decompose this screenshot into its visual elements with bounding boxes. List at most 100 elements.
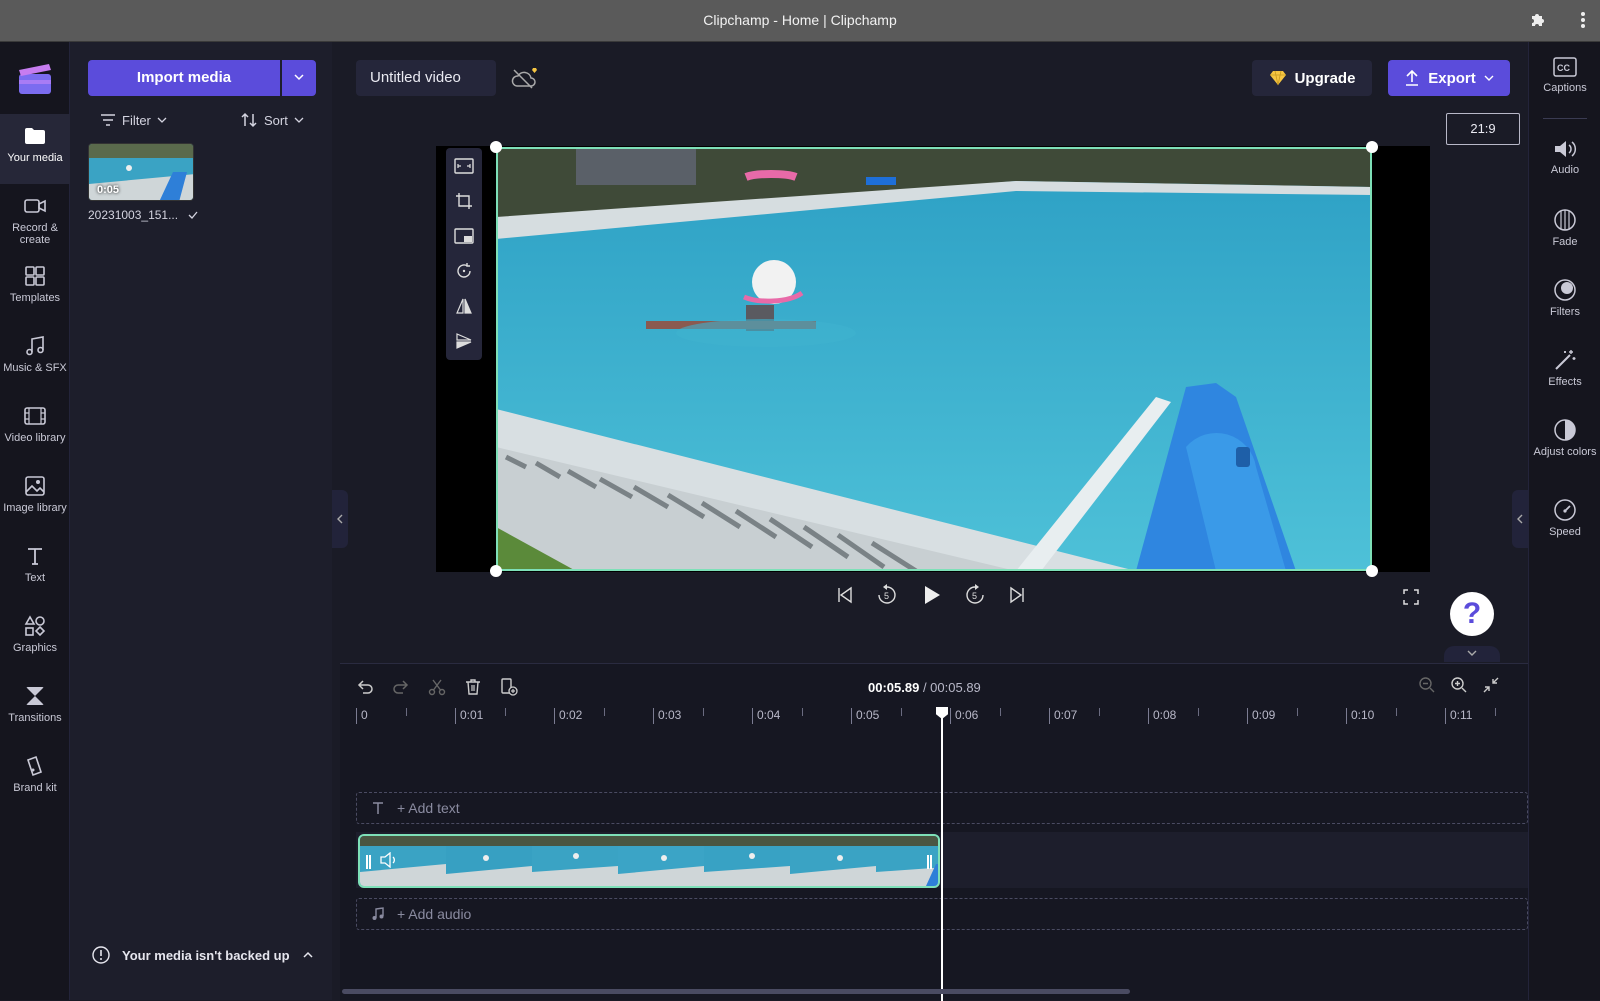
import-media-button[interactable]: Import media xyxy=(88,60,280,96)
ruler-tick: 0:03 xyxy=(653,708,681,724)
sort-button[interactable]: Sort xyxy=(240,108,304,132)
import-media-dropdown[interactable] xyxy=(282,60,316,96)
shapes-icon xyxy=(24,615,46,637)
alert-circle-icon xyxy=(92,946,110,964)
timeline-tools xyxy=(356,678,518,696)
filters-icon xyxy=(1554,279,1576,301)
nav-music-sfx[interactable]: Music & SFX xyxy=(0,324,70,394)
timeline-scrollbar[interactable] xyxy=(342,989,1130,994)
media-duration: 0:05 xyxy=(97,184,120,196)
collapse-property-panel-button[interactable] xyxy=(1512,490,1528,548)
panel-captions[interactable]: CC Captions xyxy=(1529,42,1600,112)
more-vertical-icon[interactable] xyxy=(1580,11,1586,29)
nav-graphics[interactable]: Graphics xyxy=(0,604,70,674)
fit-timeline-icon[interactable] xyxy=(1482,676,1500,694)
collapse-media-panel-button[interactable] xyxy=(332,490,348,548)
collapse-help-button[interactable] xyxy=(1444,646,1500,662)
forward-5-icon[interactable]: 5 xyxy=(964,584,986,606)
ruler-minor-tick xyxy=(505,708,506,716)
flip-horizontal-icon xyxy=(456,298,472,314)
nav-label: Video library xyxy=(4,432,66,444)
panel-label: Effects xyxy=(1548,376,1582,388)
nav-record-create[interactable]: Record & create xyxy=(0,184,70,254)
chevron-down-icon xyxy=(294,74,304,81)
panel-label: Captions xyxy=(1543,82,1587,94)
camera-icon xyxy=(24,199,46,213)
property-panel: CC Captions Audio Fade Filters Effects A… xyxy=(1528,42,1600,1000)
skip-to-end-icon[interactable] xyxy=(1008,586,1026,604)
music-icon xyxy=(26,336,44,356)
nav-text[interactable]: Text xyxy=(0,534,70,604)
crop-tool[interactable] xyxy=(446,183,482,218)
playhead[interactable] xyxy=(941,708,943,1001)
chevron-up-icon xyxy=(303,951,313,958)
zoom-out-icon[interactable] xyxy=(1418,676,1436,694)
fit-tool[interactable] xyxy=(446,148,482,183)
ruler-tick: 0:02 xyxy=(554,708,582,724)
ruler-tick: 0:09 xyxy=(1247,708,1275,724)
media-filename: 20231003_151... xyxy=(88,208,198,222)
rewind-5-icon[interactable]: 5 xyxy=(876,584,898,606)
nav-video-library[interactable]: Video library xyxy=(0,394,70,464)
nav-your-media[interactable]: Your media xyxy=(0,114,70,184)
filter-button[interactable]: Filter xyxy=(100,108,167,132)
panel-filters[interactable]: Filters xyxy=(1529,264,1600,334)
fit-frame-icon xyxy=(454,157,474,174)
clip-trim-handle-right[interactable] xyxy=(927,855,932,869)
pip-tool[interactable] xyxy=(446,218,482,253)
ruler-tick: 0:06 xyxy=(950,708,978,724)
resize-handle-bottom-left[interactable] xyxy=(490,565,502,577)
total-time: 00:05.89 xyxy=(930,680,981,695)
resize-handle-top-left[interactable] xyxy=(490,141,502,153)
panel-effects[interactable]: Effects xyxy=(1529,334,1600,404)
nav-label: Record & create xyxy=(12,222,58,246)
project-title-input[interactable]: Untitled video xyxy=(356,60,496,96)
svg-text:5: 5 xyxy=(884,591,889,601)
nav-brand-kit[interactable]: Brand kit xyxy=(0,744,70,814)
nav-image-library[interactable]: Image library xyxy=(0,464,70,534)
check-icon xyxy=(188,211,198,219)
help-button[interactable]: ? xyxy=(1450,592,1494,636)
adjust-colors-icon xyxy=(1554,419,1576,441)
upgrade-button[interactable]: Upgrade xyxy=(1252,60,1372,96)
fade-icon xyxy=(1554,209,1576,231)
backup-warning[interactable]: Your media isn't backed up xyxy=(92,946,314,964)
brand-kit-icon xyxy=(26,755,43,777)
fullscreen-icon[interactable] xyxy=(1402,588,1420,606)
current-time: 00:05.89 xyxy=(868,680,920,695)
timeline: 00:05.89 / 00:05.89 0 0:01 0:02 0:03 0:0… xyxy=(340,663,1528,1001)
clip-trim-handle-left[interactable] xyxy=(366,855,371,869)
ruler-tick: 0:11 xyxy=(1445,708,1472,724)
panel-label: Audio xyxy=(1550,164,1580,176)
panel-audio[interactable]: Audio xyxy=(1529,124,1600,194)
nav-templates[interactable]: Templates xyxy=(0,254,70,324)
video-clip[interactable] xyxy=(358,834,940,888)
media-thumbnail[interactable]: 0:05 xyxy=(88,143,194,201)
panel-fade[interactable]: Fade xyxy=(1529,194,1600,264)
trash-icon[interactable] xyxy=(464,678,482,696)
nav-transitions[interactable]: Transitions xyxy=(0,674,70,744)
ruler-tick: 0:05 xyxy=(851,708,879,724)
extensions-puzzle-icon[interactable] xyxy=(1528,11,1546,29)
add-to-timeline-icon[interactable] xyxy=(500,678,518,696)
flip-horizontal-tool[interactable] xyxy=(446,288,482,323)
cloud-sync-off-icon[interactable] xyxy=(510,66,540,92)
resize-handle-bottom-right[interactable] xyxy=(1366,565,1378,577)
video-preview[interactable] xyxy=(496,147,1372,571)
scissors-icon[interactable] xyxy=(428,678,446,696)
rotate-tool[interactable] xyxy=(446,253,482,288)
play-icon[interactable] xyxy=(920,584,942,606)
resize-handle-top-right[interactable] xyxy=(1366,141,1378,153)
flip-vertical-tool[interactable] xyxy=(446,323,482,358)
upload-icon xyxy=(1406,69,1419,86)
clip-volume-icon[interactable] xyxy=(380,852,398,868)
skip-to-start-icon[interactable] xyxy=(836,586,854,604)
export-button[interactable]: Export xyxy=(1388,60,1510,96)
redo-icon[interactable] xyxy=(392,678,410,696)
zoom-in-icon[interactable] xyxy=(1450,676,1468,694)
panel-adjust-colors[interactable]: Adjust colors xyxy=(1529,404,1600,474)
panel-speed[interactable]: Speed xyxy=(1529,484,1600,554)
chevron-down-icon xyxy=(157,117,167,123)
aspect-ratio-button[interactable]: 21:9 xyxy=(1446,113,1520,145)
undo-icon[interactable] xyxy=(356,678,374,696)
